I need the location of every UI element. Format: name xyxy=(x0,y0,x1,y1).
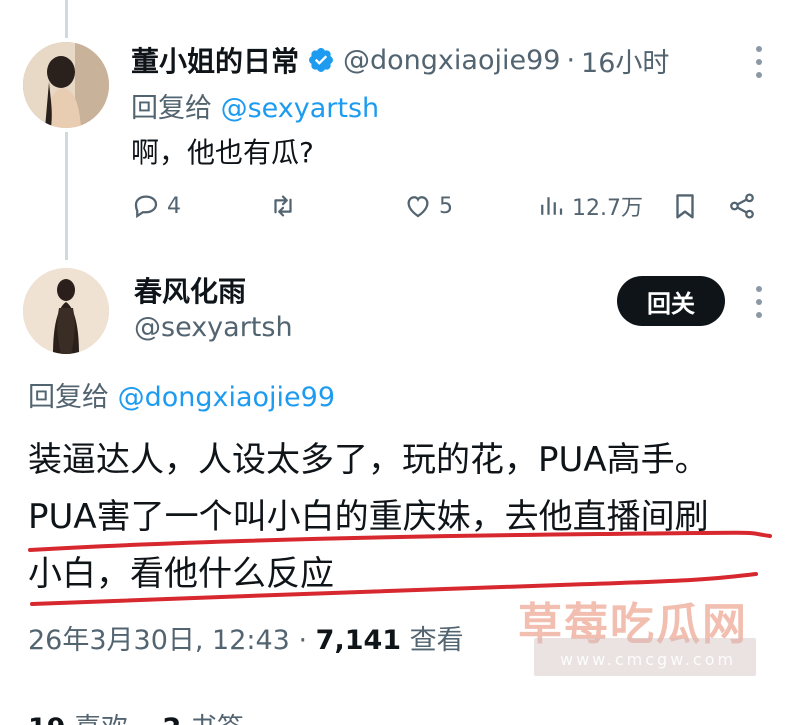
bookmarks-count[interactable]: 2 xyxy=(163,713,182,725)
reply-count: 4 xyxy=(167,193,181,219)
retweet-button[interactable] xyxy=(268,188,304,224)
more-vertical-icon[interactable] xyxy=(755,286,763,318)
like-button[interactable]: 5 xyxy=(403,188,453,224)
reply-mention-link[interactable]: @sexyartsh xyxy=(221,93,380,124)
display-name[interactable]: 董小姐的日常 xyxy=(131,40,299,80)
engagement-stats: 19 喜欢 2 书签 xyxy=(28,706,244,725)
verified-badge-icon xyxy=(309,48,333,72)
reply-context: 回复给 @sexyartsh xyxy=(131,86,379,125)
retweet-icon xyxy=(274,195,292,217)
reply-mention-link[interactable]: @dongxiaojie99 xyxy=(118,382,335,413)
avatar[interactable] xyxy=(23,42,109,128)
likes-count[interactable]: 19 xyxy=(28,713,66,725)
views-count: 7,141 xyxy=(315,625,402,656)
thread-connector-line xyxy=(65,132,68,260)
tweet-thread: 董小姐的日常 @dongxiaojie99 · 16小时 回复给 @sexyar… xyxy=(0,0,800,725)
tweet-text-line: 装逼达人，人设太多了，玩的花，PUA高手。 xyxy=(28,440,709,480)
user-handle[interactable]: @sexyartsh xyxy=(134,312,293,343)
tweet1-header: 董小姐的日常 @dongxiaojie99 · 16小时 xyxy=(131,40,669,80)
tweet-text: 啊，他也有瓜? xyxy=(131,136,314,169)
share-icon xyxy=(730,193,754,219)
reply-prefix: 回复给 xyxy=(131,93,212,124)
tweet-text: 装逼达人，人设太多了，玩的花，PUA高手。 PUA害了一个叫小白的重庆妹，去他直… xyxy=(28,432,788,603)
bookmark-icon xyxy=(676,194,694,219)
separator-dot: · xyxy=(298,625,308,656)
views-button[interactable]: 12.7万 xyxy=(536,188,643,224)
tweet-meta: 26年3月30日, 12:43 · 7,141 查看 xyxy=(28,618,464,657)
share-button[interactable] xyxy=(727,188,757,224)
view-count: 12.7万 xyxy=(572,196,643,221)
views-label: 查看 xyxy=(409,625,464,656)
tweet-text-line: PUA害了一个叫小白的重庆妹，去他直播间刷 xyxy=(28,497,709,537)
bookmark-button[interactable] xyxy=(670,188,700,224)
reply-context: 回复给 @dongxiaojie99 xyxy=(28,375,335,414)
avatar[interactable] xyxy=(23,268,109,354)
heart-icon xyxy=(407,196,429,218)
bookmarks-label[interactable]: 书签 xyxy=(190,713,244,725)
bar-chart-icon xyxy=(541,197,563,215)
more-vertical-icon[interactable] xyxy=(755,46,763,78)
display-name[interactable]: 春风化雨 xyxy=(134,270,246,310)
reply-prefix: 回复给 xyxy=(28,382,109,413)
likes-label[interactable]: 喜欢 xyxy=(74,713,128,725)
reply-button[interactable]: 4 xyxy=(131,188,181,224)
follow-back-button[interactable]: 回关 xyxy=(617,276,725,326)
like-count: 5 xyxy=(439,193,453,219)
user-handle[interactable]: @dongxiaojie99 xyxy=(343,45,560,76)
watermark-url: www.cmcgw.com xyxy=(560,650,737,669)
tweet-timestamp[interactable]: 26年3月30日, 12:43 xyxy=(28,625,290,656)
thread-connector-line xyxy=(65,0,68,38)
reply-bubble-icon xyxy=(134,195,158,219)
separator-dot: · xyxy=(566,44,576,76)
tweet-time[interactable]: 16小时 xyxy=(581,41,669,80)
